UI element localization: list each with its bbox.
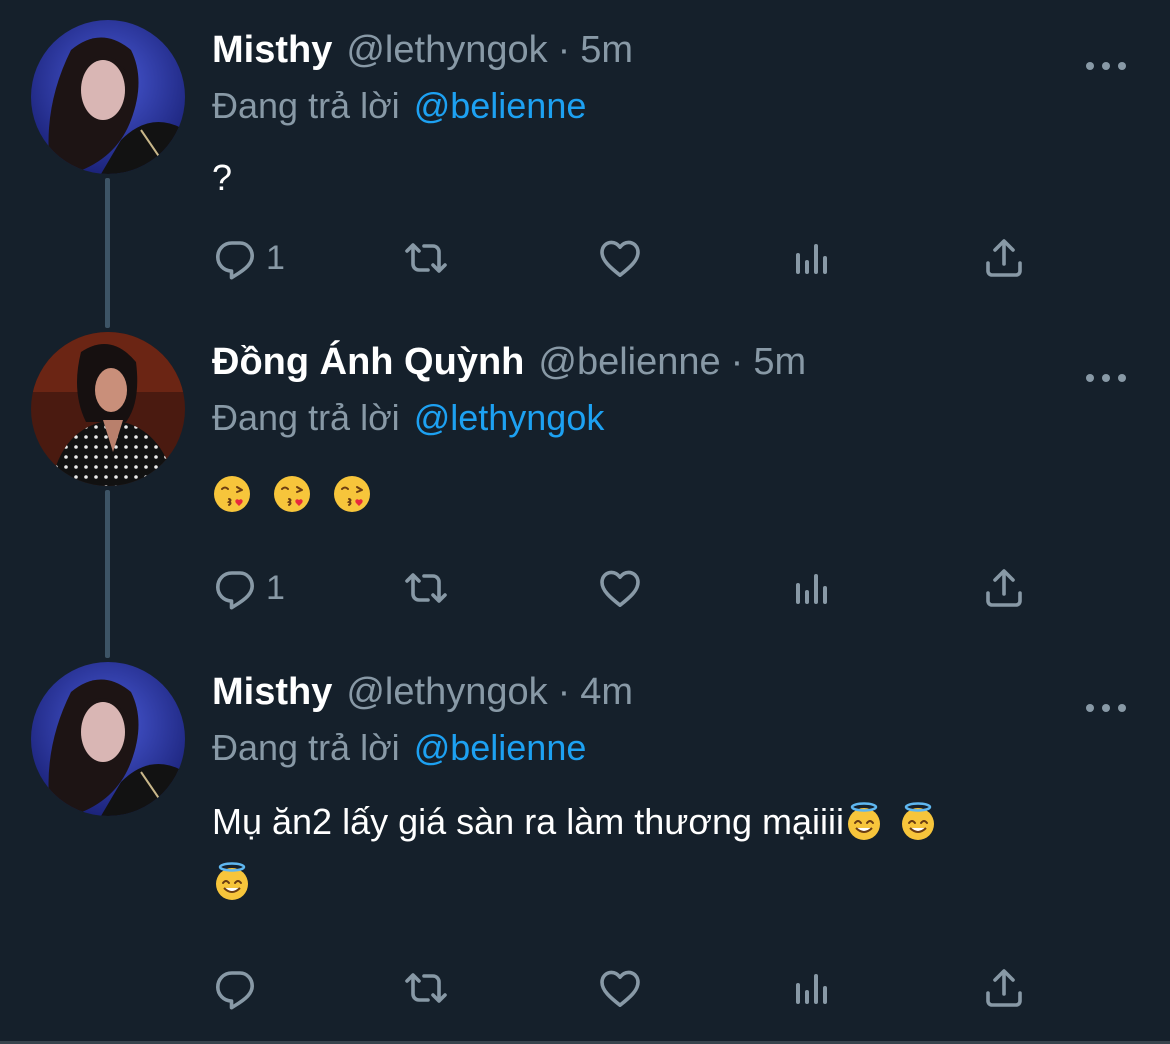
analytics-icon: [788, 964, 836, 1012]
share-button[interactable]: [980, 558, 1028, 618]
replying-to-label: Đang trả lời: [212, 727, 400, 768]
reply-button[interactable]: 1: [212, 228, 285, 288]
share-button[interactable]: [980, 228, 1028, 288]
like-button[interactable]: [596, 958, 644, 1018]
share-button[interactable]: [980, 958, 1028, 1018]
smiling-face-with-halo-emoji: [212, 862, 252, 902]
share-icon: [980, 564, 1028, 612]
retweet-icon: [402, 234, 450, 282]
tweet-actions: [212, 958, 1042, 1018]
tweet[interactable]: Misthy @lethyngok · 5m Đang trả lời @bel…: [0, 20, 1170, 320]
analytics-button[interactable]: [788, 558, 836, 618]
tweet-text: [212, 464, 1130, 524]
timestamp[interactable]: 4m: [580, 671, 633, 714]
like-button[interactable]: [596, 228, 644, 288]
avatar[interactable]: [31, 332, 185, 486]
smiling-face-with-halo-emoji: [844, 802, 884, 842]
reply-button[interactable]: [212, 958, 266, 1018]
analytics-icon: [788, 234, 836, 282]
reply-target-mention[interactable]: @belienne: [414, 85, 587, 127]
more-options-icon[interactable]: [1086, 698, 1126, 718]
display-name[interactable]: Misthy: [212, 29, 332, 72]
tweet-thread: Misthy @lethyngok · 5m Đang trả lời @bel…: [0, 0, 1170, 1044]
timestamp[interactable]: 5m: [753, 341, 806, 384]
tweet-text-body: Mụ ăn2 lấy giá sàn ra làm thương mạiiii: [212, 801, 844, 842]
retweet-button[interactable]: [402, 228, 450, 288]
tweet-actions: 1: [212, 558, 1042, 618]
analytics-button[interactable]: [788, 958, 836, 1018]
tweet-text: Mụ ăn2 lấy giá sàn ra làm thương mạiiii: [212, 792, 1092, 912]
reply-target-mention[interactable]: @lethyngok: [414, 397, 605, 439]
retweet-button[interactable]: [402, 958, 450, 1018]
tweet[interactable]: Misthy @lethyngok · 4m Đang trả lời @bel…: [0, 662, 1170, 1044]
face-blowing-kiss-emoji: [272, 474, 312, 514]
like-icon: [596, 564, 644, 612]
share-icon: [980, 964, 1028, 1012]
face-blowing-kiss-emoji: [332, 474, 372, 514]
retweet-button[interactable]: [402, 558, 450, 618]
avatar[interactable]: [31, 662, 185, 816]
user-handle[interactable]: @lethyngok: [346, 29, 547, 72]
retweet-icon: [402, 964, 450, 1012]
tweet-text: ?: [212, 148, 1130, 208]
analytics-button[interactable]: [788, 228, 836, 288]
replying-to-label: Đang trả lời: [212, 85, 400, 126]
reply-count: 1: [266, 568, 285, 607]
separator-dot: ·: [557, 28, 571, 71]
reply-target-mention[interactable]: @belienne: [414, 727, 587, 769]
display-name[interactable]: Misthy: [212, 671, 332, 714]
reply-icon: [212, 234, 260, 282]
separator-dot: ·: [557, 670, 571, 713]
reply-icon: [212, 964, 260, 1012]
smiling-face-with-halo-emoji: [898, 802, 938, 842]
like-icon: [596, 234, 644, 282]
reply-button[interactable]: 1: [212, 558, 285, 618]
user-handle[interactable]: @lethyngok: [346, 671, 547, 714]
more-options-icon[interactable]: [1086, 368, 1126, 388]
display-name[interactable]: Đồng Ánh Quỳnh: [212, 341, 524, 384]
reply-count: 1: [266, 238, 285, 277]
face-blowing-kiss-emoji: [212, 474, 252, 514]
tweet-text-body: ?: [212, 157, 233, 198]
more-options-icon[interactable]: [1086, 56, 1126, 76]
tweet[interactable]: Đồng Ánh Quỳnh @belienne · 5m Đang trả l…: [0, 332, 1170, 632]
timestamp[interactable]: 5m: [580, 29, 633, 72]
retweet-icon: [402, 564, 450, 612]
analytics-icon: [788, 564, 836, 612]
avatar[interactable]: [31, 20, 185, 174]
tweet-actions: 1: [212, 228, 1042, 288]
replying-to-label: Đang trả lời: [212, 397, 400, 438]
separator-dot: ·: [730, 340, 744, 383]
like-button[interactable]: [596, 558, 644, 618]
share-icon: [980, 234, 1028, 282]
user-handle[interactable]: @belienne: [538, 341, 720, 384]
reply-icon: [212, 564, 260, 612]
like-icon: [596, 964, 644, 1012]
